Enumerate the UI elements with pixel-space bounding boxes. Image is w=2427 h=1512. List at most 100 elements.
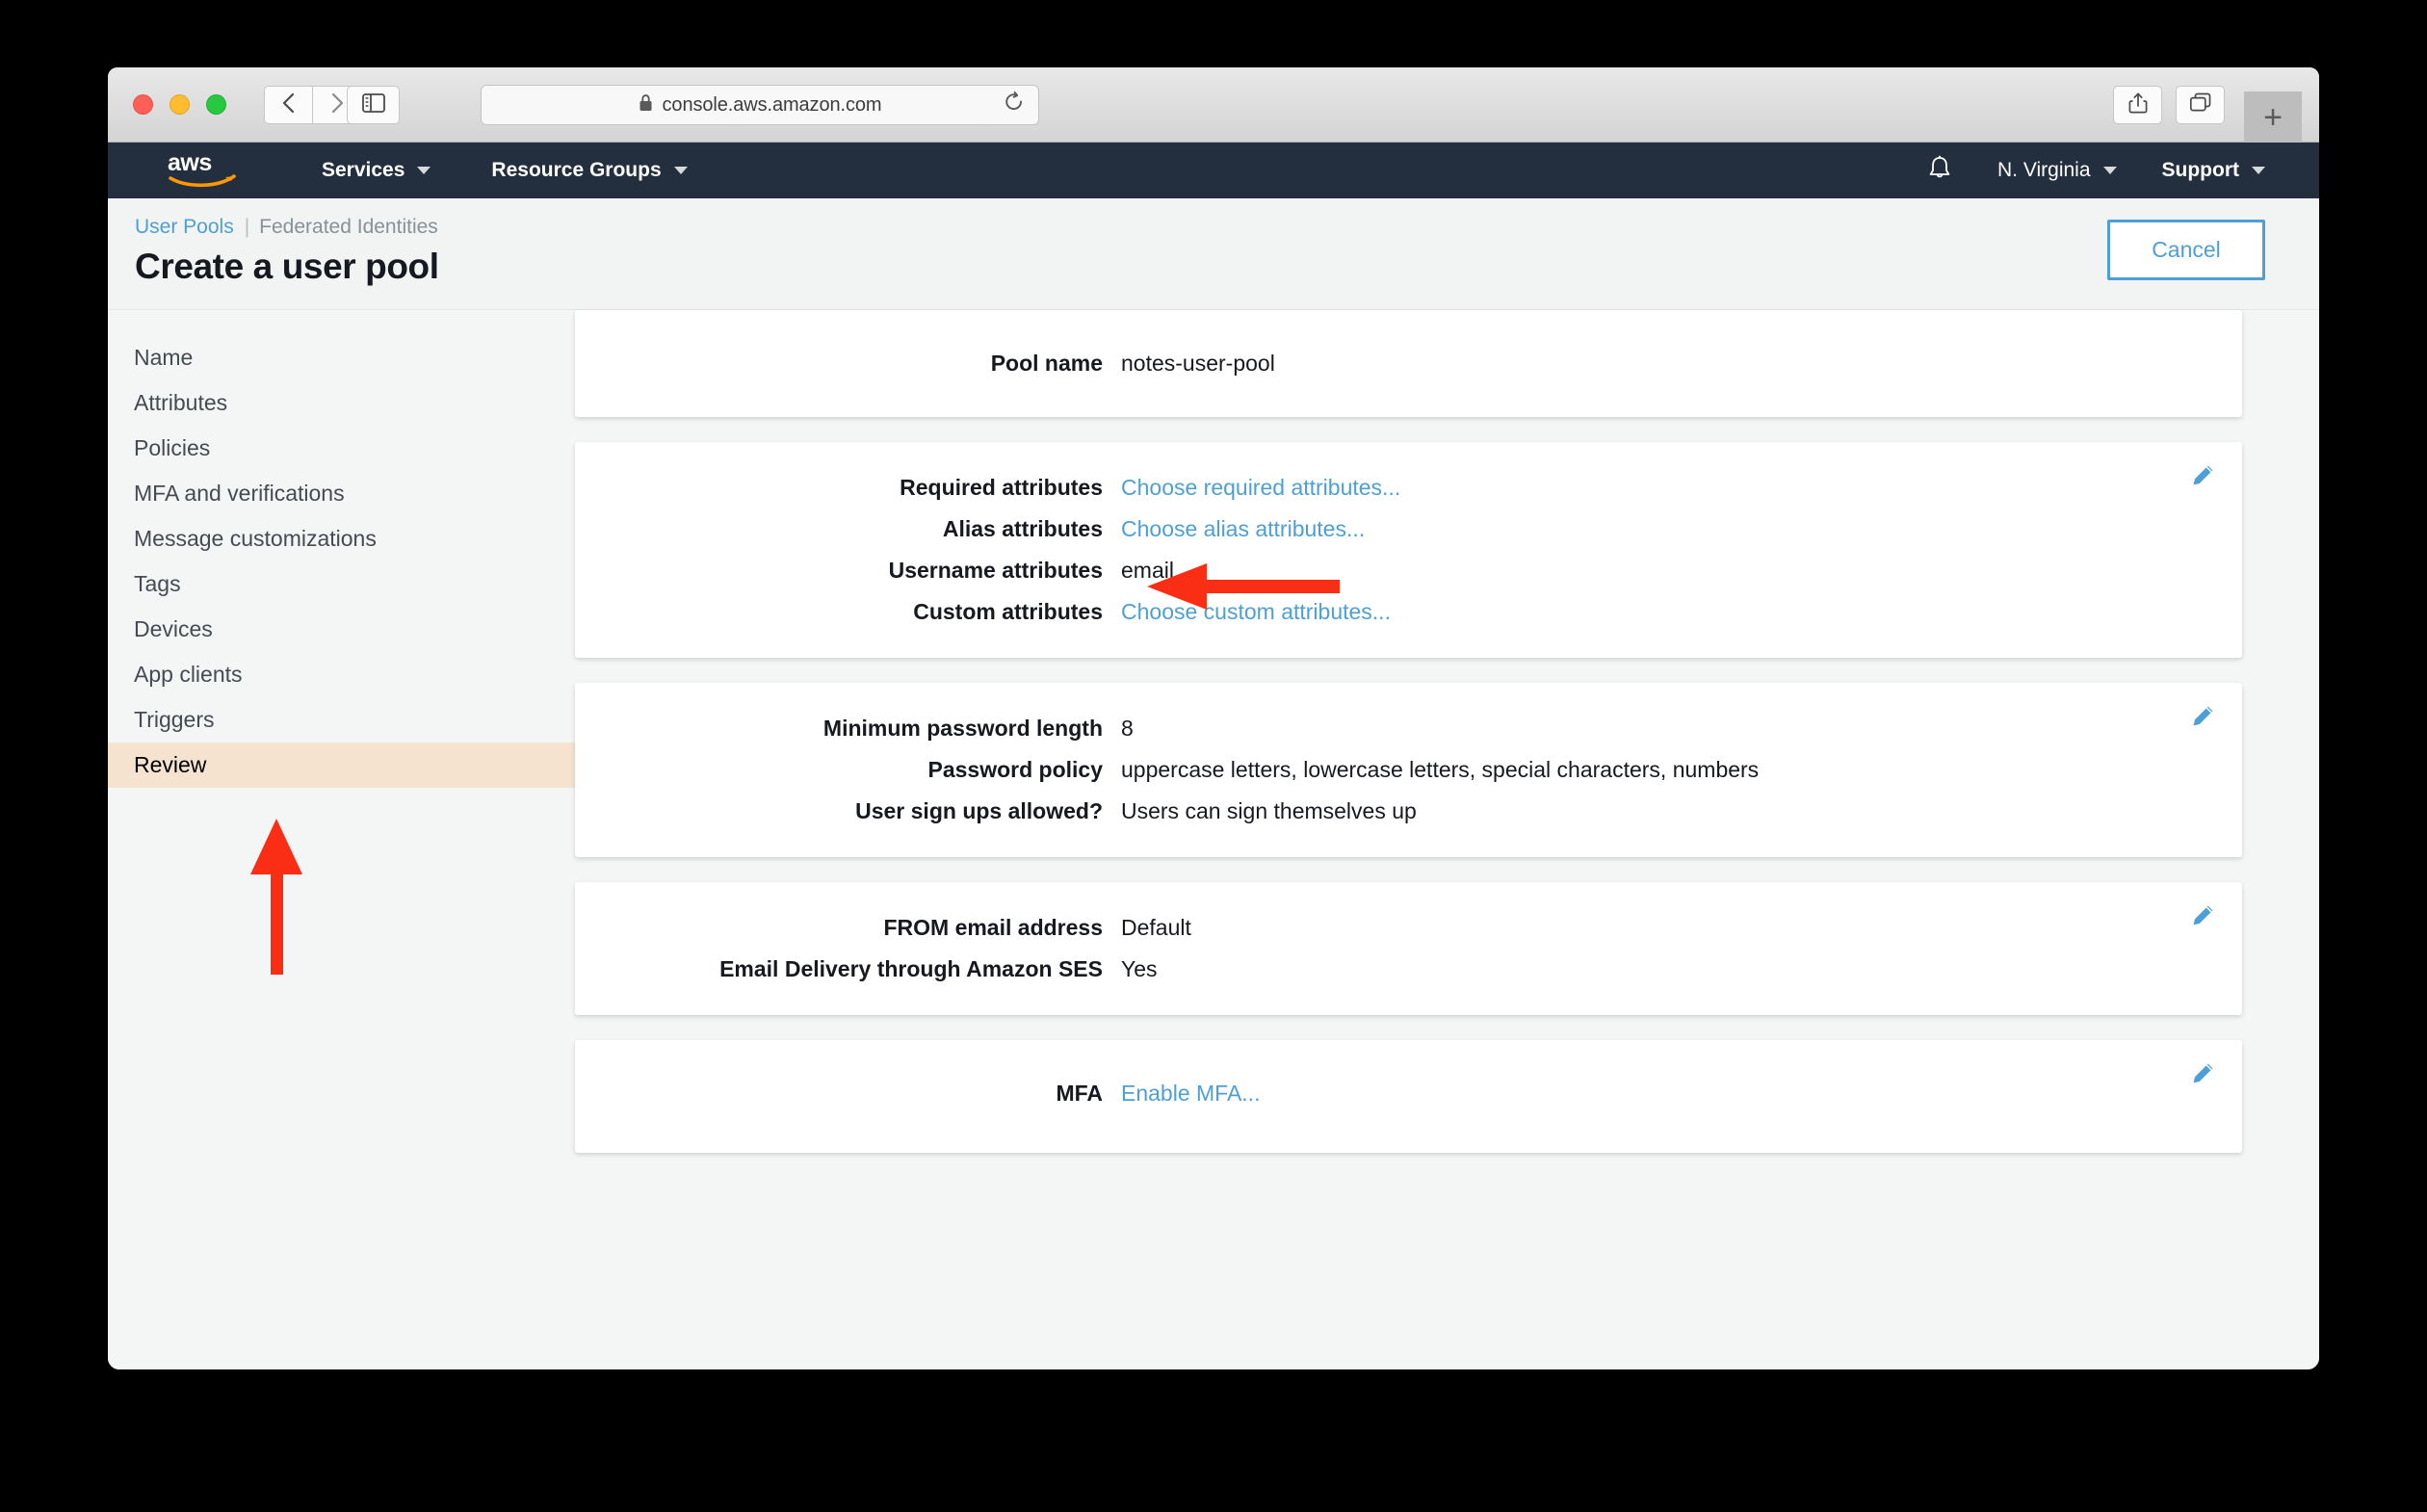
sidebar-item-label: Tags xyxy=(134,571,181,596)
page-title: Create a user pool xyxy=(135,247,439,286)
row-email-delivery-ses: Email Delivery through Amazon SES Yes xyxy=(575,949,2242,990)
address-bar[interactable]: console.aws.amazon.com xyxy=(481,85,1039,125)
sidebar-item-triggers[interactable]: Triggers xyxy=(108,697,575,743)
maximize-window-button[interactable] xyxy=(206,94,226,115)
aws-logo[interactable]: aws xyxy=(166,149,241,193)
close-window-button[interactable] xyxy=(133,94,153,115)
plus-icon: + xyxy=(2263,98,2283,136)
breadcrumb: User Pools | Federated Identities xyxy=(135,216,2319,239)
sidebar-item-name[interactable]: Name xyxy=(108,335,575,380)
value-from-email-address: Default xyxy=(1121,915,1191,940)
sidebar-item-devices[interactable]: Devices xyxy=(108,607,575,652)
share-icon xyxy=(2128,91,2148,119)
row-pool-name: Pool name notes-user-pool xyxy=(575,343,2242,384)
row-alias-attributes: Alias attributes Choose alias attributes… xyxy=(575,508,2242,550)
nav-support-menu[interactable]: Support xyxy=(2162,159,2265,182)
value-email-delivery-ses: Yes xyxy=(1121,956,1158,981)
nav-region-selector[interactable]: N. Virginia xyxy=(1997,159,2117,182)
value-minimum-password-length: 8 xyxy=(1121,716,1134,741)
breadcrumb-user-pools[interactable]: User Pools xyxy=(135,216,234,239)
edit-pencil-icon[interactable] xyxy=(2190,704,2215,734)
chevron-left-icon xyxy=(281,91,297,119)
sidebar-item-attributes[interactable]: Attributes xyxy=(108,380,575,426)
sidebar-item-message-customizations[interactable]: Message customizations xyxy=(108,516,575,561)
chevron-down-icon xyxy=(2102,167,2117,174)
reload-icon[interactable] xyxy=(1004,91,1025,119)
link-enable-mfa[interactable]: Enable MFA... xyxy=(1121,1081,1260,1107)
minimize-window-button[interactable] xyxy=(170,94,190,115)
label-mfa: MFA xyxy=(1056,1081,1103,1106)
arrow-shaft xyxy=(271,872,283,975)
sidebar-item-label: Message customizations xyxy=(134,526,377,551)
chevron-down-icon xyxy=(417,167,431,174)
edit-pencil-icon[interactable] xyxy=(2190,1061,2215,1091)
label-username-attributes: Username attributes xyxy=(888,558,1103,583)
back-button[interactable] xyxy=(264,86,313,124)
share-button[interactable] xyxy=(2113,86,2162,124)
edit-pencil-icon[interactable] xyxy=(2190,903,2215,933)
aws-nav-right: N. Virginia Support xyxy=(1927,154,2265,188)
new-tab-button[interactable]: + xyxy=(2244,91,2302,143)
browser-toolbar: console.aws.amazon.com + xyxy=(108,67,2319,143)
row-required-attributes: Required attributes Choose required attr… xyxy=(575,467,2242,508)
nav-support-label: Support xyxy=(2161,159,2239,181)
breadcrumb-federated-identities[interactable]: Federated Identities xyxy=(259,216,438,239)
sidebar-item-tags[interactable]: Tags xyxy=(108,561,575,607)
breadcrumb-separator: | xyxy=(244,216,250,238)
page-header: User Pools | Federated Identities Create… xyxy=(108,198,2319,310)
label-email-delivery-ses: Email Delivery through Amazon SES xyxy=(719,956,1103,981)
sidebar-item-review[interactable]: Review xyxy=(108,743,575,788)
label-user-sign-ups-allowed: User sign ups allowed? xyxy=(855,798,1103,823)
value-pool-name: notes-user-pool xyxy=(1121,351,1275,376)
review-cards-column: Pool name notes-user-pool Required attri… xyxy=(575,310,2319,1369)
label-required-attributes: Required attributes xyxy=(900,475,1103,500)
link-choose-required-attributes[interactable]: Choose required attributes... xyxy=(1121,475,1400,501)
sidebar-item-label: Devices xyxy=(134,616,213,641)
edit-pencil-icon[interactable] xyxy=(2190,463,2215,493)
sidebar-toggle-button[interactable] xyxy=(347,86,400,124)
row-mfa: MFA Enable MFA... xyxy=(575,1073,2242,1114)
card-mfa: MFA Enable MFA... xyxy=(575,1040,2242,1153)
chevron-down-icon xyxy=(673,167,688,174)
card-attributes: Required attributes Choose required attr… xyxy=(575,442,2242,658)
row-password-policy: Password policy uppercase letters, lower… xyxy=(575,749,2242,791)
show-tabs-button[interactable] xyxy=(2176,86,2225,124)
cancel-button-label: Cancel xyxy=(2152,237,2221,262)
sidebar-item-label: Triggers xyxy=(134,707,215,732)
sidebar-item-policies[interactable]: Policies xyxy=(108,426,575,471)
sidebar-item-label: App clients xyxy=(134,662,243,687)
nav-services-label: Services xyxy=(322,159,405,181)
row-username-attributes: Username attributes email xyxy=(575,550,2242,610)
red-arrow-up-annotation xyxy=(250,819,302,975)
page-body: Name Attributes Policies MFA and verific… xyxy=(108,310,2319,1369)
sidebar-item-label: Review xyxy=(134,752,207,777)
sidebar-item-app-clients[interactable]: App clients xyxy=(108,652,575,697)
red-arrow-left-annotation xyxy=(1147,563,1340,610)
nav-services[interactable]: Services xyxy=(322,159,431,182)
label-from-email-address: FROM email address xyxy=(883,915,1103,940)
nav-resource-groups-label: Resource Groups xyxy=(491,159,662,181)
nav-region-label: N. Virginia xyxy=(1997,159,2091,181)
value-password-policy: uppercase letters, lowercase letters, sp… xyxy=(1121,757,1760,782)
notifications-bell-button[interactable] xyxy=(1927,154,1952,188)
lock-icon xyxy=(639,93,653,117)
aws-global-nav: aws Services Resource Groups N. Virginia… xyxy=(108,143,2319,198)
wizard-sidebar: Name Attributes Policies MFA and verific… xyxy=(108,310,575,1369)
browser-right-actions xyxy=(2113,86,2225,124)
card-email: FROM email address Default Email Deliver… xyxy=(575,882,2242,1015)
show-tabs-icon xyxy=(2189,92,2212,118)
sidebar-item-label: Name xyxy=(134,345,194,370)
row-minimum-password-length: Minimum password length 8 xyxy=(575,708,2242,749)
cancel-button[interactable]: Cancel xyxy=(2107,220,2265,280)
nav-resource-groups[interactable]: Resource Groups xyxy=(491,159,688,182)
value-user-sign-ups-allowed: Users can sign themselves up xyxy=(1121,798,1417,823)
arrow-head xyxy=(250,819,302,874)
svg-text:aws: aws xyxy=(168,149,212,176)
sidebar-item-mfa-and-verifications[interactable]: MFA and verifications xyxy=(108,471,575,516)
row-from-email-address: FROM email address Default xyxy=(575,907,2242,949)
url-text: console.aws.amazon.com xyxy=(662,93,882,116)
link-choose-alias-attributes[interactable]: Choose alias attributes... xyxy=(1121,516,1365,542)
chevron-down-icon xyxy=(2252,167,2265,174)
label-password-policy: Password policy xyxy=(927,757,1103,782)
browser-window: console.aws.amazon.com + aws Services Re… xyxy=(108,67,2319,1369)
